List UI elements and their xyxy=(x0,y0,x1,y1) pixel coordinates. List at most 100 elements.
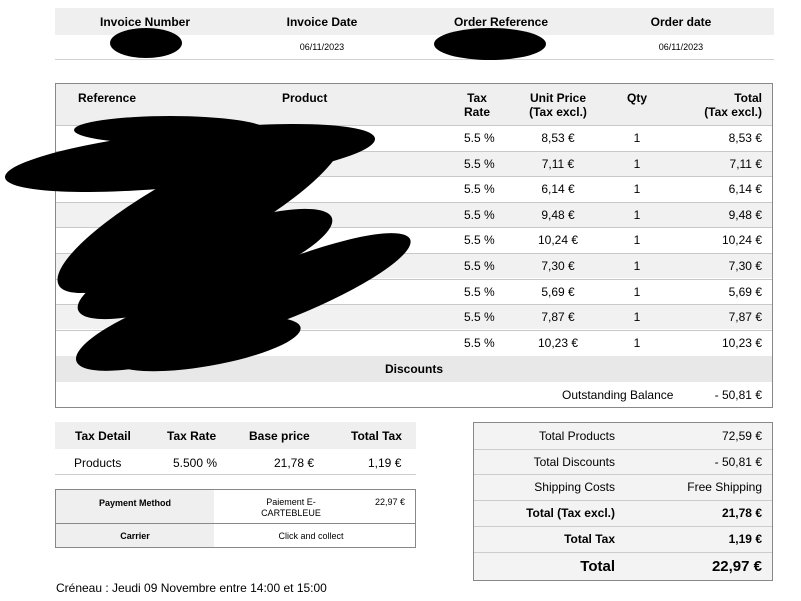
product-qty: 1 xyxy=(633,259,641,273)
product-qty: 1 xyxy=(633,182,641,197)
product-total: 10,23 € xyxy=(721,335,762,350)
product-total: 7,11 € xyxy=(729,156,762,171)
redaction-invoice-number xyxy=(110,28,182,58)
product-qty: 1 xyxy=(633,310,641,325)
totals-label: Total xyxy=(580,558,615,575)
col-product: Product xyxy=(282,91,328,105)
tax-detail-rate: 5.500 % xyxy=(173,456,218,470)
col-tax-2: Rate xyxy=(464,105,491,119)
totals-label: Shipping Costs xyxy=(534,480,615,494)
totals-row: Total 22,97 € xyxy=(474,552,772,582)
tax-detail-base: 21,78 € xyxy=(274,456,315,470)
payment-method-label: Payment Method xyxy=(98,498,171,508)
product-qty: 1 xyxy=(633,207,641,222)
product-qty: 1 xyxy=(633,233,641,248)
totals-divider xyxy=(474,474,772,475)
col-reference: Reference xyxy=(78,91,137,105)
product-total: 5,69 € xyxy=(728,284,762,299)
product-unit-price: 5,69 € xyxy=(541,284,575,299)
tax-detail-table: Tax Detail Tax Rate Base price Total Tax… xyxy=(55,422,416,475)
invoice-date-label: Invoice Date xyxy=(286,15,358,29)
product-total: 8,53 € xyxy=(728,131,762,145)
totals-row: Shipping Costs Free Shipping xyxy=(474,474,772,500)
totals-value: 22,97 € xyxy=(711,558,762,575)
product-unit-price: 10,23 € xyxy=(537,335,579,350)
product-tax-rate: 5.5 % xyxy=(464,207,495,222)
totals-row: Total (Tax excl.) 21,78 € xyxy=(474,500,772,526)
payment-method-amount: 22,97 € xyxy=(374,497,406,507)
col-total-1: Total xyxy=(734,91,762,105)
product-total: 7,30 € xyxy=(728,259,762,273)
product-tax-rate: 5.5 % xyxy=(464,284,495,299)
totals-value: 21,78 € xyxy=(721,506,762,520)
payment-method-value-1: Paiement E- xyxy=(266,497,316,507)
totals-label: Total Discounts xyxy=(533,455,615,469)
outstanding-balance-value: - 50,81 € xyxy=(714,388,762,402)
totals-row: Total Tax 1,19 € xyxy=(474,526,772,552)
col-unit-price-2: (Tax excl.) xyxy=(529,105,587,119)
col-unit-price-1: Unit Price xyxy=(529,91,586,105)
payment-method-value-2: CARTEBLEUE xyxy=(261,508,321,518)
product-unit-price: 7,11 € xyxy=(541,156,575,171)
product-qty: 1 xyxy=(633,156,641,171)
totals-divider xyxy=(474,526,772,527)
outstanding-balance-row: Outstanding Balance - 50,81 € xyxy=(56,382,772,408)
outstanding-balance-label: Outstanding Balance xyxy=(562,388,674,402)
product-tax-rate: 5.5 % xyxy=(464,310,495,325)
totals-value: - 50,81 € xyxy=(714,455,762,469)
product-qty: 1 xyxy=(633,335,641,350)
tax-detail-products: Products xyxy=(74,456,122,470)
totals-divider xyxy=(474,449,772,450)
invoice-number-label: Invoice Number xyxy=(99,15,191,29)
tax-rate-col-label: Tax Rate xyxy=(167,429,217,443)
col-total-2: (Tax excl.) xyxy=(704,105,762,119)
carrier-label: Carrier xyxy=(120,531,150,541)
totals-row: Total Products 72,59 € xyxy=(474,423,772,449)
payment-method-cell: Payment Method xyxy=(56,490,214,523)
totals-divider xyxy=(474,500,772,501)
tax-detail-row: Products 5.500 % 21,78 € 1,19 € xyxy=(55,449,416,475)
product-tax-rate: 5.5 % xyxy=(464,335,495,350)
totals-label: Total Tax xyxy=(564,532,615,546)
product-tax-rate: 5.5 % xyxy=(464,233,495,248)
invoice-date-value: 06/11/2023 xyxy=(299,42,345,52)
product-tax-rate: 5.5 % xyxy=(464,182,495,197)
totals-value: 72,59 € xyxy=(721,429,762,443)
redaction-order-reference xyxy=(434,28,546,60)
totals-row: Total Discounts - 50,81 € xyxy=(474,449,772,475)
carrier-value: Click and collect xyxy=(278,531,344,541)
tax-detail-col-label: Tax Detail xyxy=(75,429,131,443)
product-qty: 1 xyxy=(633,131,641,145)
order-date-value: 06/11/2023 xyxy=(658,42,704,52)
base-price-col-label: Base price xyxy=(249,429,310,443)
product-unit-price: 10,24 € xyxy=(537,233,579,248)
product-unit-price: 7,87 € xyxy=(541,310,575,325)
total-tax-col-label: Total Tax xyxy=(351,429,402,443)
order-date-label: Order date xyxy=(650,15,712,29)
product-total: 10,24 € xyxy=(721,233,762,248)
product-tax-rate: 5.5 % xyxy=(464,131,495,145)
product-unit-price: 8,53 € xyxy=(541,131,575,145)
product-total: 7,87 € xyxy=(728,310,762,325)
totals-label: Total (Tax excl.) xyxy=(526,506,615,520)
product-total: 6,14 € xyxy=(728,182,762,197)
col-qty: Qty xyxy=(626,91,647,105)
product-tax-rate: 5.5 % xyxy=(464,156,495,171)
product-unit-price: 9,48 € xyxy=(541,207,575,222)
product-unit-price: 7,30 € xyxy=(541,259,575,273)
product-total: 9,48 € xyxy=(728,207,762,222)
tax-detail-total: 1,19 € xyxy=(368,456,402,470)
totals-table: Total Products 72,59 € Total Discounts - 50… xyxy=(473,422,773,581)
product-qty: 1 xyxy=(633,284,641,299)
totals-label: Total Products xyxy=(538,429,615,443)
carrier-cell: Carrier xyxy=(56,524,214,547)
order-reference-label: Order Reference xyxy=(453,15,549,29)
delivery-slot-note: Créneau : Jeudi 09 Novembre entre 14:00 … xyxy=(56,581,327,595)
payment-table: Payment Method Paiement E- CARTEBLEUE 22… xyxy=(55,489,416,548)
totals-divider xyxy=(474,552,772,553)
totals-value: Free Shipping xyxy=(687,480,762,494)
product-unit-price: 6,14 € xyxy=(541,182,575,197)
totals-value: 1,19 € xyxy=(728,532,762,546)
tax-detail-header: Tax Detail Tax Rate Base price Total Tax xyxy=(55,422,416,449)
col-tax-1: Tax xyxy=(467,91,487,105)
